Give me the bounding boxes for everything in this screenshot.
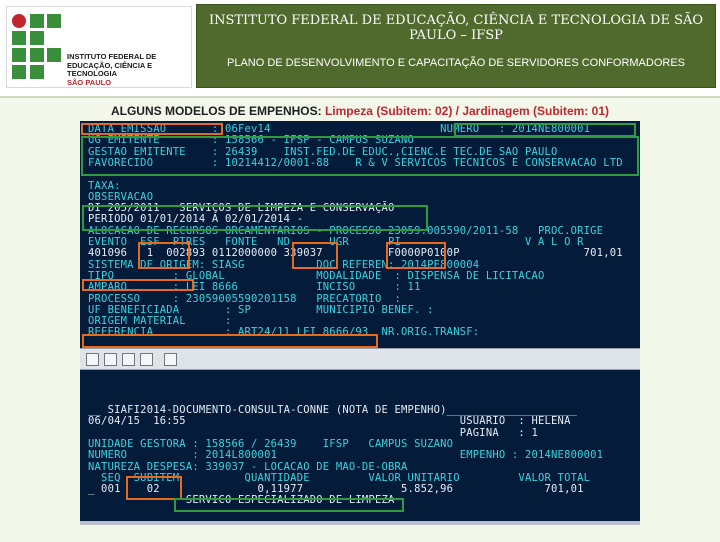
highlight-observacao [82,205,428,231]
terminal-top-line: PROCESSO : 23059005590201158 PRECATORIO … [88,292,402,305]
toolbar-copy-icon[interactable] [122,353,135,366]
highlight-ptres [138,242,190,269]
caption-prefix: ALGUNS MODELOS DE EMPENHOS: [110,104,325,118]
terminal-bottom-line: 06/04/15 16:55 USUARIO : HELENA [88,415,571,428]
terminal-top-line: TAXA: [88,179,121,192]
toolbar-paste-icon[interactable] [140,353,153,366]
title-banner: INSTITUTO FEDERAL DE EDUCAÇÃO, CIÊNCIA E… [196,4,716,88]
caption-highlight: Limpeza (Subitem: 02) / Jardinagem (Subi… [324,104,610,118]
terminal-status-strip [80,521,640,525]
toolbar-print-icon[interactable] [104,353,117,366]
slide-caption: ALGUNS MODELOS DE EMPENHOS: Limpeza (Sub… [0,104,720,118]
toolbar-file-icon[interactable] [86,353,99,366]
logo-line-2: EDUCAÇÃO, CIÊNCIA E TECNOLOGIA [67,60,153,78]
highlight-servico [174,498,404,512]
highlight-referencia [82,334,378,348]
siafi-terminal-screenshot: DATA EMISSAO : 06Fev14 NUMERO : 2014NE80… [80,121,640,525]
page-title: INSTITUTO FEDERAL DE EDUCAÇÃO, CIÊNCIA E… [208,13,704,43]
terminal-toolbar [80,348,640,370]
highlight-nd [292,242,338,269]
highlight-numero-ne [454,123,636,137]
logo-text: INSTITUTO FEDERAL DE EDUCAÇÃO, CIÊNCIA E… [67,52,191,87]
highlight-subitem [126,476,182,500]
toolbar-settings-icon[interactable] [164,353,177,366]
highlight-tipo [82,279,194,291]
terminal-bottom-line: NUMERO : 2014L800001 EMPENHO : 2014NE800… [88,449,604,462]
ifsp-logo: INSTITUTO FEDERAL DE EDUCAÇÃO, CIÊNCIA E… [6,6,192,88]
logo-line-3: SÃO PAULO [67,77,112,87]
highlight-data-emissao [81,123,223,135]
ifsp-logo-mark-icon [12,14,61,79]
slide-header: INSTITUTO FEDERAL DE EDUCAÇÃO, CIÊNCIA E… [0,0,720,92]
terminal-bottom-line: PAGINA : 1 [88,426,538,439]
highlight-emitente-favorecido [81,136,639,176]
page-subtitle: PLANO DE DESENVOLVIMENTO E CAPACITAÇÃO D… [226,57,685,69]
highlight-pi [386,242,446,269]
terminal-bottom-line: NATUREZA DESPESA: 339037 - LOCACAO DE MA… [88,460,408,473]
